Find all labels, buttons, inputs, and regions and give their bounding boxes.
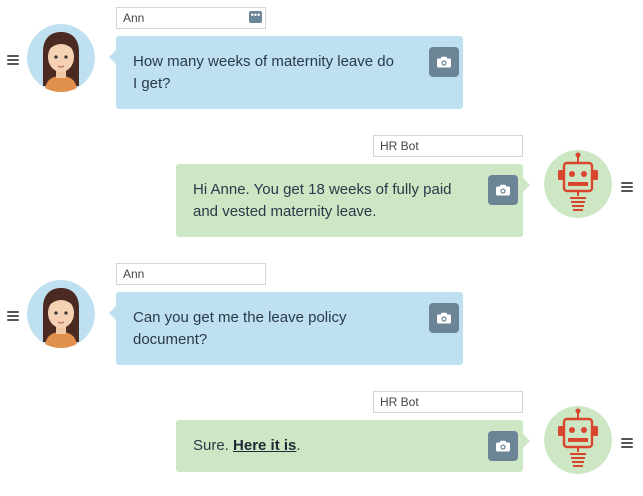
user-message-bubble: How many weeks of maternity leave do I g… [109, 36, 463, 109]
bot-message-bubble: Hi Anne. You get 18 weeks of fully paid … [176, 164, 530, 237]
message-bot-2: HR Bot Sure. Here it is. [0, 384, 643, 496]
message-user-2: Ann Can you get me the leave policy docu… [0, 256, 643, 368]
message-suffix: . [296, 437, 301, 454]
message-line: and vested maternity leave. [193, 203, 377, 220]
sender-name: HR Bot [380, 395, 419, 409]
policy-document-link[interactable]: Here it is [233, 437, 296, 454]
sender-name: Ann [123, 267, 145, 281]
bubble-tail [109, 306, 116, 320]
hamburger-menu-icon[interactable] [7, 55, 19, 65]
message-text: Can you get me the leave policy document… [133, 307, 346, 351]
message-text: Sure. Here it is. [193, 435, 301, 457]
robot-avatar-icon [544, 406, 612, 474]
bot-message-bubble: Sure. Here it is. [176, 420, 530, 472]
message-line: Can you get me the leave policy [133, 309, 347, 326]
woman-avatar-icon [27, 280, 95, 348]
message-text: Hi Anne. You get 18 weeks of fully paid … [193, 179, 452, 223]
hamburger-menu-icon[interactable] [621, 182, 633, 192]
camera-icon[interactable] [429, 47, 459, 77]
sender-name: HR Bot [380, 139, 419, 153]
camera-icon[interactable] [429, 303, 459, 333]
hamburger-menu-icon[interactable] [621, 438, 633, 448]
message-prefix: Sure. [193, 437, 234, 454]
message-user-1: Ann ••• How many weeks of maternity leav… [0, 0, 643, 112]
ellipsis-icon[interactable]: ••• [249, 11, 262, 23]
message-line: How many weeks of maternity leave do [133, 53, 394, 70]
bubble-tail [523, 434, 530, 448]
sender-name-field[interactable]: Ann [116, 263, 266, 285]
sender-name-field[interactable]: HR Bot [373, 391, 523, 413]
woman-avatar-icon [27, 24, 95, 92]
sender-name-field[interactable]: Ann ••• [116, 7, 266, 29]
camera-icon[interactable] [488, 175, 518, 205]
message-bot-1: HR Bot Hi Anne. You get 18 weeks of full… [0, 128, 643, 240]
message-text: How many weeks of maternity leave do I g… [133, 51, 394, 95]
user-message-bubble: Can you get me the leave policy document… [109, 292, 463, 365]
bubble-tail [523, 178, 530, 192]
sender-name: Ann [123, 11, 145, 25]
message-line: I get? [133, 75, 171, 92]
hamburger-menu-icon[interactable] [7, 311, 19, 321]
message-line: Hi Anne. You get 18 weeks of fully paid [193, 181, 452, 198]
camera-icon[interactable] [488, 431, 518, 461]
robot-avatar-icon [544, 150, 612, 218]
bubble-tail [109, 50, 116, 64]
sender-name-field[interactable]: HR Bot [373, 135, 523, 157]
message-line: document? [133, 331, 208, 348]
